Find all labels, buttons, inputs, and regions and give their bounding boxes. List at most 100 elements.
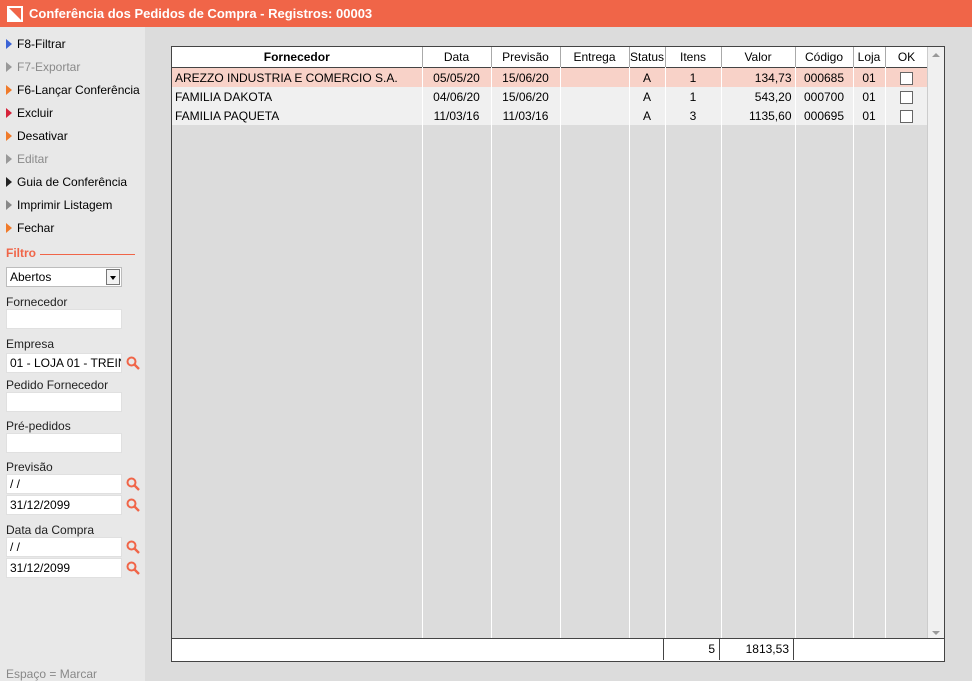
menu-item-label: Desativar [17,129,68,143]
cell-ok [885,87,929,106]
cell-ok [885,67,929,87]
chevron-down-icon[interactable] [106,269,120,285]
data-compra-from-input[interactable]: / / [6,537,122,557]
window-title: Conferência dos Pedidos de Compra - Regi… [29,6,373,21]
vertical-scrollbar[interactable] [927,47,944,641]
pedido-fornecedor-input[interactable] [6,392,122,412]
data-compra-label: Data da Compra [6,523,95,537]
data-compra-to-input[interactable]: 31/12/2099 [6,558,122,578]
menu-item-label: F7-Exportar [17,60,81,74]
ok-checkbox[interactable] [900,90,913,104]
menu-item-5[interactable]: Editar [6,149,48,169]
previsao-to-input[interactable]: 31/12/2099 [6,495,122,515]
cell-fornecedor: FAMILIA PAQUETA [172,106,423,125]
col-fornecedor[interactable]: Fornecedor [172,47,423,68]
cell-valor: 134,73 [721,67,796,87]
previsao-label: Previsão [6,460,53,474]
fornecedor-label: Fornecedor [6,295,68,309]
menu-item-8[interactable]: Fechar [6,218,54,238]
menu-arrow-icon [6,177,12,187]
empresa-input[interactable]: 01 - LOJA 01 - TREIN [6,353,122,373]
table-row[interactable]: FAMILIA DAKOTA 04/06/20 15/06/20 A 1 543,20 00… [172,87,929,106]
table-row[interactable]: FAMILIA PAQUETA 11/03/16 11/03/16 A 3 1135,60… [172,106,929,125]
cell-fornecedor: AREZZO INDUSTRIA E COMERCIO S.A. [172,67,423,87]
cell-entrega [560,106,630,125]
cell-status: A [629,87,666,106]
total-valor: 1813,53 [719,639,793,660]
totals-row: 5 1813,53 [172,638,944,661]
column-divider [560,67,561,639]
empresa-label: Empresa [6,337,55,351]
column-divider [629,67,630,639]
search-icon[interactable] [126,477,140,491]
cell-data: 05/05/20 [422,67,492,87]
pre-pedidos-input[interactable] [6,433,122,453]
total-itens: 5 [663,639,719,660]
col-ok[interactable]: OK [885,47,929,68]
orders-table: Fornecedor Data Previsão Entrega Status … [172,47,929,125]
previsao-from-input[interactable]: / / [6,474,122,494]
menu-item-label: Imprimir Listagem [17,198,113,212]
menu-item-1[interactable]: F7-Exportar [6,57,80,77]
menu-arrow-icon [6,85,12,95]
col-codigo[interactable]: Código [795,47,854,68]
search-icon[interactable] [126,356,140,370]
menu-item-7[interactable]: Imprimir Listagem [6,195,112,215]
menu-item-2[interactable]: F6-Lançar Conferência [6,80,140,100]
cell-data: 04/06/20 [422,87,492,106]
menu-item-label: F6-Lançar Conferência [17,83,140,97]
menu-item-0[interactable]: F8-Filtrar [6,34,66,54]
cell-loja: 01 [853,67,886,87]
menu-item-4[interactable]: Desativar [6,126,68,146]
menu-item-label: Fechar [17,221,55,235]
cell-ok [885,106,929,125]
cell-status: A [629,67,666,87]
cell-entrega [560,67,630,87]
col-entrega[interactable]: Entrega [560,47,630,68]
scroll-up-icon[interactable] [928,47,944,63]
menu-arrow-icon [6,62,12,72]
cell-entrega [560,87,630,106]
ok-checkbox[interactable] [900,109,913,123]
cell-codigo: 000695 [795,106,854,125]
cell-valor: 543,20 [721,87,796,106]
col-data[interactable]: Data [422,47,492,68]
sidebar: F8-Filtrar F7-Exportar F6-Lançar Conferênc… [0,27,145,681]
col-valor[interactable]: Valor [721,47,796,68]
cell-loja: 01 [853,106,886,125]
menu-item-3[interactable]: Excluir [6,103,53,123]
cell-codigo: 000685 [795,67,854,87]
status-select-value: Abertos [10,270,52,284]
title-bar: Conferência dos Pedidos de Compra - Regi… [0,0,972,27]
column-divider [665,67,666,639]
search-icon[interactable] [126,540,140,554]
col-previsao[interactable]: Previsão [491,47,561,68]
menu-arrow-icon [6,108,12,118]
menu-item-6[interactable]: Guia de Conferência [6,172,127,192]
totals-filler [793,639,944,660]
menu-item-label: Guia de Conferência [17,175,128,189]
column-divider [491,67,492,639]
pre-pedidos-label: Pré-pedidos [6,419,71,433]
menu-item-label: Editar [17,152,49,166]
status-select[interactable]: Abertos [6,267,122,287]
cell-itens: 3 [665,106,722,125]
col-loja[interactable]: Loja [853,47,886,68]
search-icon[interactable] [126,561,140,575]
col-itens[interactable]: Itens [665,47,722,68]
orders-grid[interactable]: Fornecedor Data Previsão Entrega Status … [171,46,945,662]
column-divider [853,67,854,639]
filter-divider [40,254,135,255]
cell-itens: 1 [665,87,722,106]
table-row[interactable]: AREZZO INDUSTRIA E COMERCIO S.A. 05/05/20… [172,67,929,87]
menu-arrow-icon [6,200,12,210]
col-status[interactable]: Status [629,47,666,68]
filter-title: Filtro [6,246,36,260]
search-icon[interactable] [126,498,140,512]
keyboard-hint: Espaço = Marcar [6,667,98,681]
fornecedor-input[interactable] [6,309,122,329]
app-logo-icon [7,5,23,22]
cell-loja: 01 [853,87,886,106]
ok-checkbox[interactable] [900,71,913,85]
cell-status: A [629,106,666,125]
